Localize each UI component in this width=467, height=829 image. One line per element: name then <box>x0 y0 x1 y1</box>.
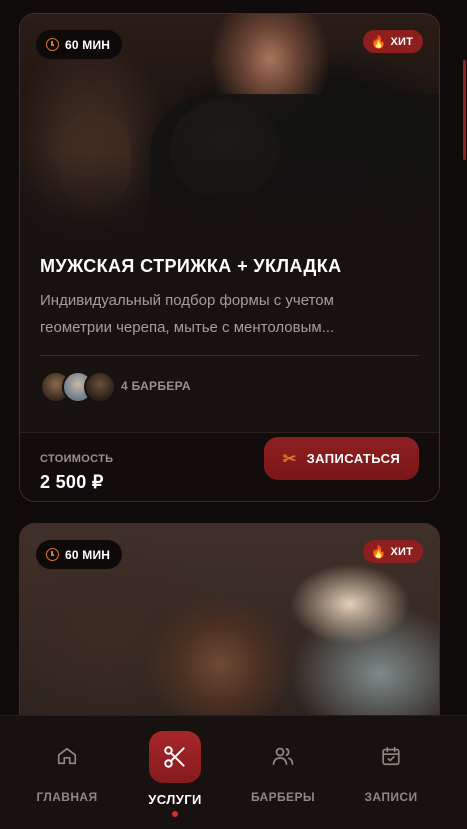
scrollbar[interactable] <box>463 60 466 160</box>
price-label: СТОИМОСТЬ <box>40 453 114 465</box>
book-button-label: ЗАПИСАТЬСЯ <box>306 451 401 466</box>
barbers-count: 4 БАРБЕРА <box>121 379 191 393</box>
bottom-nav: ГЛАВНАЯ УСЛУГИ БАРБЕРЫ ЗАПИСИ <box>0 715 467 829</box>
nav-label: УСЛУГИ <box>148 792 202 807</box>
photo-fade <box>20 154 439 244</box>
service-description: Индивидуальный подбор формы с учетом гео… <box>40 292 335 336</box>
hit-text: ХИТ <box>390 545 413 558</box>
clock-icon <box>46 548 59 561</box>
fire-icon: 🔥 <box>371 544 387 559</box>
barber-avatars <box>40 371 116 403</box>
nav-label: ГЛАВНАЯ <box>36 790 98 804</box>
scissors-icon: ✂ <box>282 450 297 468</box>
nav-item-bookings[interactable]: ЗАПИСИ <box>333 716 449 829</box>
price: 2 500 ₽ <box>40 472 104 492</box>
home-icon <box>55 744 79 768</box>
nav-item-services[interactable]: УСЛУГИ <box>117 716 233 829</box>
scissors-icon <box>149 731 201 783</box>
clock-icon <box>46 38 59 51</box>
nav-label: БАРБЕРЫ <box>250 790 316 804</box>
service-card[interactable]: 60 МИН 🔥 ХИТ МУЖСКАЯ СТРИЖКА + УКЛАДКА И… <box>19 13 440 502</box>
divider <box>40 355 419 356</box>
card-footer: СТОИМОСТЬ 2 500 ₽ ✂ ЗАПИСАТЬСЯ <box>20 432 439 501</box>
duration-text: 60 МИН <box>65 37 111 52</box>
nav-label: ЗАПИСИ <box>364 790 418 804</box>
avatar <box>84 371 116 403</box>
hit-text: ХИТ <box>390 35 413 48</box>
active-indicator <box>172 811 178 817</box>
nav-item-home[interactable]: ГЛАВНАЯ <box>9 716 125 829</box>
users-icon <box>271 744 295 768</box>
nav-item-barbers[interactable]: БАРБЕРЫ <box>225 716 341 829</box>
fire-icon: 🔥 <box>371 34 387 49</box>
service-title: МУЖСКАЯ СТРИЖКА + УКЛАДКА <box>40 256 342 276</box>
service-card[interactable]: 60 МИН 🔥 ХИТ <box>19 523 440 743</box>
duration-badge: 60 МИН <box>36 540 123 569</box>
hit-badge: 🔥 ХИТ <box>363 540 423 563</box>
book-button[interactable]: ✂ ЗАПИСАТЬСЯ <box>264 437 419 480</box>
duration-text: 60 МИН <box>65 547 111 562</box>
duration-badge: 60 МИН <box>36 30 123 59</box>
calendar-check-icon <box>379 744 403 768</box>
hit-badge: 🔥 ХИТ <box>363 30 423 53</box>
